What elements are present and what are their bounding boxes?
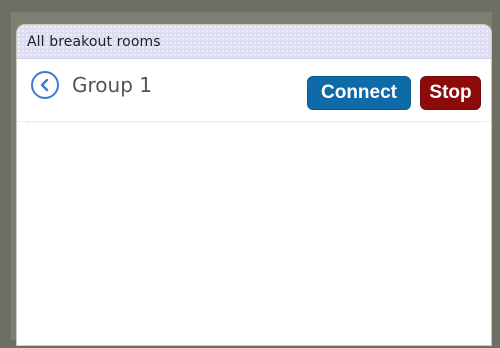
panel-header: All breakout rooms: [17, 25, 491, 59]
back-button[interactable]: [31, 71, 59, 99]
row-divider: [27, 122, 479, 123]
stop-button[interactable]: Stop: [420, 76, 481, 110]
chevron-left-icon: [38, 78, 52, 92]
room-name: Group 1: [72, 73, 152, 97]
connect-button[interactable]: Connect: [307, 76, 411, 110]
breakout-rooms-panel: All breakout rooms Group 1 Connect Stop: [17, 25, 491, 345]
panel-title: All breakout rooms: [27, 33, 161, 50]
